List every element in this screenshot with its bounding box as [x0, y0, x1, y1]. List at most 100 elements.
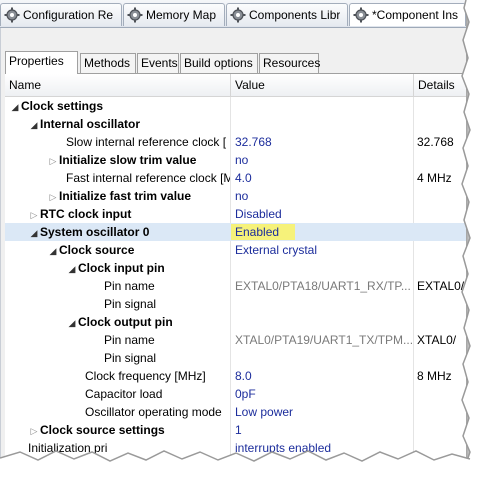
property-name-cell: ◢ Clock output pin: [5, 313, 231, 331]
property-name-cell: Slow internal reference clock [: [5, 133, 231, 151]
property-name: Clock input pin: [78, 261, 165, 275]
collapse-arrow-icon[interactable]: ◢: [47, 242, 59, 259]
property-value-cell[interactable]: EXTAL0/PTA18/UART1_RX/TP...: [231, 277, 414, 295]
tab-components-library[interactable]: Components Libr: [226, 3, 348, 26]
property-value: 0pF: [235, 387, 256, 401]
table-row[interactable]: Pin name EXTAL0/PTA18/UART1_RX/TP... EXTAL…: [5, 277, 466, 295]
table-row[interactable]: ◢ Clock input pin: [5, 259, 466, 277]
property-value: EXTAL0/PTA18/UART1_RX/TP...: [235, 279, 411, 293]
property-name-cell: Pin name: [5, 331, 231, 349]
property-value-cell[interactable]: no: [231, 187, 414, 205]
expand-arrow-icon[interactable]: ▷: [47, 152, 59, 169]
tab-configuration-registers[interactable]: Configuration Re: [0, 3, 122, 26]
table-row[interactable]: ◢ Clock source External crystal: [5, 241, 466, 259]
property-name: Clock source settings: [40, 423, 165, 437]
property-value-cell[interactable]: [231, 115, 414, 133]
table-row[interactable]: Fast internal reference clock [M 4.0 4 MHz: [5, 169, 466, 187]
collapse-arrow-icon[interactable]: ◢: [28, 116, 40, 133]
property-value-cell[interactable]: [231, 349, 414, 367]
property-value: Enabled: [231, 224, 296, 240]
property-name-cell: Clock frequency [MHz]: [5, 367, 231, 385]
table-row[interactable]: ▷ Initialize fast trim value no: [5, 187, 466, 205]
expand-arrow-icon[interactable]: ▷: [28, 422, 40, 439]
property-value-cell[interactable]: Disabled: [231, 205, 414, 223]
tab-properties[interactable]: Properties: [5, 51, 78, 74]
collapse-arrow-icon[interactable]: ◢: [28, 224, 40, 241]
property-value-cell[interactable]: no: [231, 151, 414, 169]
property-name-cell: ▷ Initialize slow trim value: [5, 151, 231, 169]
property-value-cell[interactable]: [231, 97, 414, 115]
property-value-cell[interactable]: XTAL0/PTA19/UART1_TX/TPM...: [231, 331, 414, 349]
property-value-cell[interactable]: [231, 295, 414, 313]
property-value-cell[interactable]: 4.0: [231, 169, 414, 187]
tab-label: Memory Map: [146, 8, 217, 22]
table-row[interactable]: Oscillator operating mode Low power: [5, 403, 466, 421]
component-gear-icon: [230, 7, 246, 23]
property-value: Disabled: [235, 207, 282, 221]
table-row[interactable]: Pin signal: [5, 295, 466, 313]
property-value: 8.0: [235, 369, 252, 383]
tab-component-inspector[interactable]: *Component Ins: [349, 3, 466, 26]
property-value-cell[interactable]: External crystal: [231, 241, 414, 259]
inspector-tabs: Properties Methods Events Build options …: [5, 51, 466, 74]
tab-methods[interactable]: Methods: [80, 53, 136, 73]
table-row[interactable]: Clock frequency [MHz] 8.0 8 MHz: [5, 367, 466, 385]
property-name: Pin signal: [104, 297, 157, 311]
property-name: System oscillator 0: [40, 225, 150, 239]
property-name: Slow internal reference clock [: [66, 135, 227, 149]
property-name: Pin signal: [104, 351, 157, 365]
collapse-arrow-icon[interactable]: ◢: [66, 314, 78, 331]
table-row[interactable]: ◢ Internal oscillator: [5, 115, 466, 133]
property-name-cell: ▷ Clock source settings: [5, 421, 231, 439]
tab-events[interactable]: Events: [137, 53, 179, 73]
property-name-cell: ◢ System oscillator 0: [5, 223, 231, 241]
collapse-arrow-icon[interactable]: ◢: [9, 98, 21, 115]
property-name: Internal oscillator: [40, 117, 141, 131]
property-value: External crystal: [235, 243, 318, 257]
table-row[interactable]: Capacitor load 0pF: [5, 385, 466, 403]
column-header-name[interactable]: Name: [5, 74, 231, 96]
inspector-view: Properties Methods Events Build options …: [0, 28, 466, 468]
property-value-cell[interactable]: 32.768: [231, 133, 414, 151]
expand-arrow-icon[interactable]: ▷: [47, 188, 59, 205]
property-name: Fast internal reference clock [M: [66, 171, 231, 185]
property-name-cell: ◢ Clock source: [5, 241, 231, 259]
property-value-cell[interactable]: Low power: [231, 403, 414, 421]
tab-label: Configuration Re: [23, 8, 114, 22]
table-row[interactable]: ▷ Clock source settings 1: [5, 421, 466, 439]
property-value-cell[interactable]: [231, 313, 414, 331]
property-value-cell[interactable]: [231, 259, 414, 277]
property-value: Low power: [235, 405, 294, 419]
property-name: Clock settings: [21, 99, 104, 113]
property-value-cell[interactable]: 0pF: [231, 385, 414, 403]
table-row[interactable]: ◢ Clock settings: [5, 97, 466, 115]
tab-build-options[interactable]: Build options: [180, 53, 258, 73]
tab-label: Components Libr: [249, 8, 341, 22]
component-inspector-window: Configuration Re Memory Map Components L…: [0, 0, 466, 468]
property-name-cell: ▷ Initialize fast trim value: [5, 187, 231, 205]
tab-resources[interactable]: Resources: [259, 53, 320, 73]
property-value: 32.768: [235, 135, 272, 149]
property-value-cell[interactable]: 1: [231, 421, 414, 439]
property-name: Clock source: [59, 243, 135, 257]
table-row[interactable]: Slow internal reference clock [32.768 32.…: [5, 133, 466, 151]
expand-arrow-icon[interactable]: ▷: [28, 206, 40, 223]
property-value-cell[interactable]: Enabled: [231, 223, 414, 241]
table-row[interactable]: ▷ Initialize slow trim value no: [5, 151, 466, 169]
property-value-cell[interactable]: 8.0: [231, 367, 414, 385]
collapse-arrow-icon[interactable]: ◢: [66, 260, 78, 277]
property-name-cell: ◢ Clock input pin: [5, 259, 231, 277]
table-row[interactable]: ▷ RTC clock input Disabled: [5, 205, 466, 223]
column-header-value[interactable]: Value: [231, 74, 414, 96]
tab-memory-map[interactable]: Memory Map: [123, 3, 225, 26]
property-value: no: [235, 189, 249, 203]
property-name-cell: Pin signal: [5, 295, 231, 313]
property-name-cell: Oscillator operating mode: [5, 403, 231, 421]
table-row[interactable]: Pin signal: [5, 349, 466, 367]
torn-bottom-decoration: [0, 450, 493, 487]
property-name-cell: ▷ RTC clock input: [5, 205, 231, 223]
property-name: Clock output pin: [78, 315, 173, 329]
table-row[interactable]: Pin name XTAL0/PTA19/UART1_TX/TPM... XTAL0…: [5, 331, 466, 349]
table-row[interactable]: ◢ System oscillator 0 Enabled: [5, 223, 466, 241]
table-row[interactable]: ◢ Clock output pin: [5, 313, 466, 331]
